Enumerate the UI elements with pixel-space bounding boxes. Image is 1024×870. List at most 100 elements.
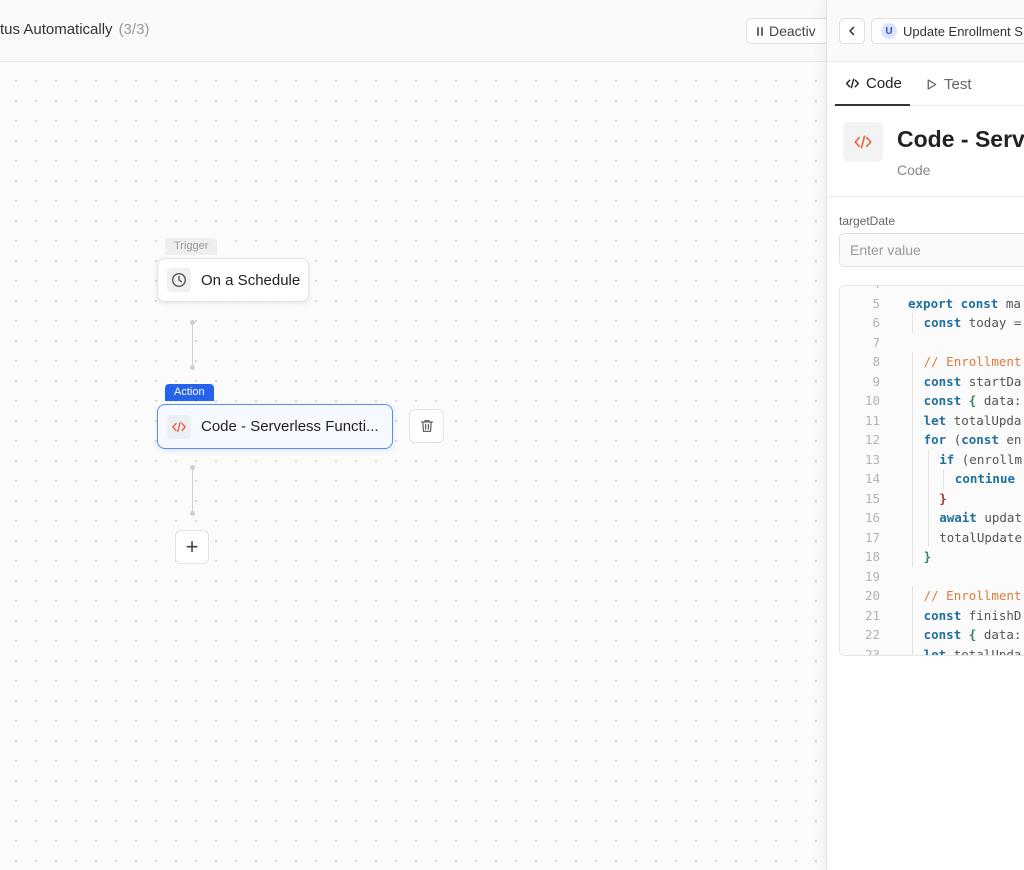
indent-guide <box>912 352 913 372</box>
indent-guide <box>912 527 913 547</box>
step-subtitle: Code <box>897 162 931 178</box>
indent-guide <box>943 469 945 489</box>
code-token: totalUpdate <box>939 529 1022 545</box>
connector-line <box>190 320 195 370</box>
trigger-node-label: On a Schedule <box>201 271 301 289</box>
line-number: 23 <box>864 646 880 656</box>
code-text: const startDa <box>924 372 1022 392</box>
code-token: today = <box>961 315 1022 330</box>
code-editor[interactable]: 45 export const ma 6 const today = 7 8 // Enro… <box>839 285 1024 656</box>
code-token: { <box>961 393 977 408</box>
code-token: for <box>923 432 947 447</box>
workflow-header: tus Automatically (3/3) Deactiv <box>0 0 836 62</box>
workflow-title-text: tus Automatically <box>0 21 113 38</box>
tab-test[interactable]: Test <box>925 63 972 106</box>
code-token: totalUpda <box>946 646 1022 656</box>
workflow-avatar: U <box>881 23 897 39</box>
code-token: startDa <box>961 373 1022 389</box>
indent-guide <box>912 488 913 508</box>
deactivate-label: Deactiv <box>769 23 816 39</box>
code-text: export const ma <box>908 294 1021 314</box>
code-token: let <box>923 412 947 428</box>
code-token: export const <box>908 295 999 311</box>
back-button[interactable] <box>839 18 865 44</box>
code-token: } <box>923 549 932 564</box>
tab-code-label: Code <box>866 75 902 92</box>
chevron-left-icon <box>849 26 855 36</box>
add-step-button[interactable]: + <box>175 530 209 564</box>
code-token: finishD <box>961 607 1022 623</box>
code-text: for (const en <box>924 430 1022 450</box>
trigger-tag: Trigger <box>165 238 218 255</box>
code-token: const <box>961 432 999 447</box>
divider <box>827 196 1024 197</box>
trash-icon <box>420 419 433 433</box>
code-token: data: <box>976 393 1022 408</box>
code-text: await updat <box>939 508 1022 528</box>
code-text: } <box>924 547 932 567</box>
target-date-input[interactable] <box>839 233 1024 267</box>
code-token: const <box>923 607 962 623</box>
indent-guide <box>912 430 913 450</box>
line-number: 17 <box>864 529 880 545</box>
connector-line <box>190 465 195 516</box>
tab-code[interactable]: Code <box>835 63 910 106</box>
indent-guide <box>912 449 913 469</box>
deactivate-button[interactable]: Deactiv <box>746 18 836 44</box>
indent-guide <box>912 605 913 625</box>
code-token: ( <box>946 432 962 447</box>
code-text: totalUpdate <box>939 528 1022 548</box>
action-node-label: Code - Serverless Functi... <box>201 418 379 435</box>
code-token: data: <box>976 627 1022 642</box>
code-token: const <box>923 315 962 330</box>
workflow-canvas[interactable] <box>0 63 826 870</box>
indent-guide <box>912 547 913 567</box>
trigger-node[interactable]: On a Schedule <box>157 258 309 302</box>
tab-test-label: Test <box>944 76 972 93</box>
pause-icon <box>757 26 763 36</box>
code-text: const { data: <box>924 391 1022 411</box>
code-text: // Enrollment <box>924 352 1022 372</box>
param-label: targetDate <box>839 214 896 228</box>
delete-step-button[interactable] <box>409 409 444 443</box>
code-text: const today = <box>924 313 1022 333</box>
indent-guide <box>927 449 929 469</box>
indent-guide <box>912 469 913 489</box>
workflow-editor: tus Automatically (3/3) Deactiv Trigger O… <box>0 0 1024 870</box>
code-text: let totalUpda <box>924 411 1022 431</box>
code-token: const <box>923 373 962 389</box>
code-token: updat <box>976 510 1022 525</box>
action-node[interactable]: Code - Serverless Functi... <box>157 404 393 449</box>
indent-guide <box>912 508 913 528</box>
workflow-chip-label: Update Enrollment S <box>903 23 1023 39</box>
code-token: ma <box>998 295 1021 311</box>
code-text: // Enrollment <box>924 586 1022 606</box>
code-icon <box>843 122 883 162</box>
indent-guide <box>927 527 929 547</box>
indent-guide <box>912 410 913 430</box>
line-number: 12 <box>864 432 880 447</box>
indent-guide <box>927 488 929 508</box>
line-number: 4 <box>840 286 880 294</box>
action-tag: Action <box>165 384 214 401</box>
line-number: 18 <box>864 549 880 564</box>
workflow-chip[interactable]: U Update Enrollment S <box>871 18 1024 44</box>
line-number: 22 <box>864 627 880 642</box>
panel-tabs: Code Test <box>827 63 1024 106</box>
line-number: 7 <box>872 334 880 350</box>
code-text: if (enrollm <box>939 450 1022 470</box>
code-text: let totalUpda <box>924 645 1022 656</box>
indent-guide <box>912 586 913 606</box>
line-number: 11 <box>864 412 880 428</box>
line-number: 14 <box>864 471 880 486</box>
code-token: totalUpda <box>946 412 1022 428</box>
line-number: 8 <box>872 354 880 369</box>
code-token: // Enrollment <box>923 588 1022 603</box>
indent-guide <box>912 313 913 333</box>
code-token: { <box>961 627 977 642</box>
code-icon <box>167 414 191 439</box>
line-number: 10 <box>864 393 880 408</box>
code-token: // Enrollment <box>923 354 1022 369</box>
code-token: (enrollm <box>954 451 1022 467</box>
line-number: 5 <box>872 295 880 311</box>
